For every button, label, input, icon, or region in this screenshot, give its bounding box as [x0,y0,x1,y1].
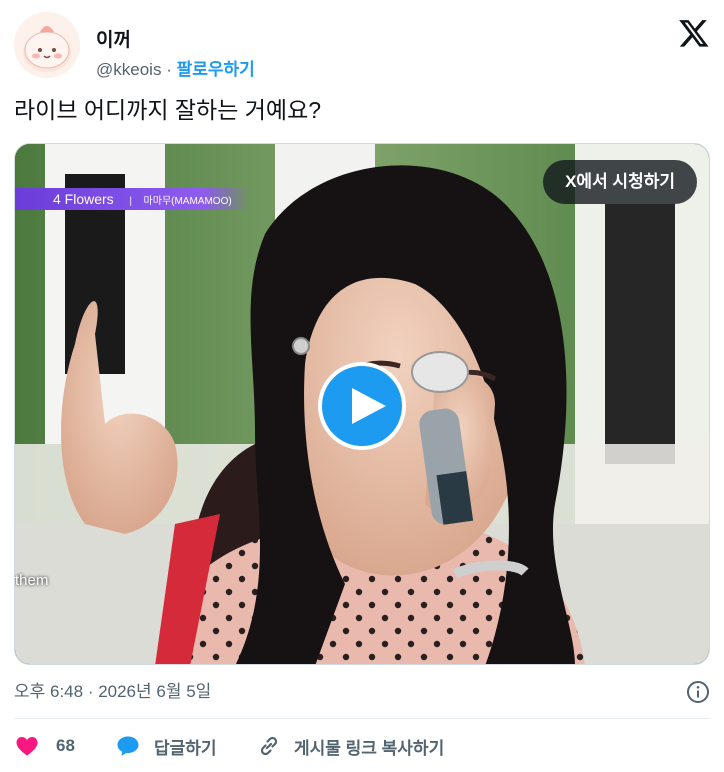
copy-link-button[interactable]: 게시물 링크 복사하기 [256,732,444,760]
like-button[interactable]: 68 [14,732,75,760]
reply-label: 답글하기 [154,738,217,758]
tweet-timestamp[interactable]: 오후 6:48 · 2026년 6월 5일 [14,681,211,703]
avatar[interactable] [14,12,80,78]
watch-on-x-button[interactable]: X에서 시청하기 [543,160,697,204]
copy-link-label: 게시물 링크 복사하기 [294,738,445,758]
reply-bubble-icon [117,736,139,756]
author-handle[interactable]: @kkeois [96,60,161,79]
like-count: 68 [56,736,75,755]
tweet-header: 이꺼 @kkeois · 팔로우하기 [14,10,710,79]
play-button[interactable] [318,362,406,450]
caption-bar: 4 Flowers | 마마무(MAMAMOO) [15,188,250,210]
video-player[interactable]: 4 Flowers | 마마무(MAMAMOO) them X에서 시청하기 [14,143,710,665]
follow-link[interactable]: 팔로우하기 [177,60,255,79]
handle-separator: · [166,60,172,79]
caption-song: 4 Flowers [53,191,114,207]
caption-artist: 마마무(MAMAMOO) [143,196,232,207]
x-logo-icon[interactable] [678,17,710,49]
play-icon [352,388,386,424]
reply-button[interactable]: 답글하기 [114,732,217,760]
divider [14,718,710,719]
link-icon [260,736,278,756]
avatar-image [14,12,80,78]
info-icon[interactable] [686,680,710,704]
tweet-text: 라이브 어디까지 잘하는 거예요? [14,97,322,123]
heart-icon [16,737,38,756]
handle-row: @kkeois · 팔로우하기 [96,59,255,81]
action-bar: 68 답글하기 게시물 링크 복사하기 [14,732,710,760]
author-name[interactable]: 이꺼 [96,30,131,52]
caption-separator: | [129,196,132,207]
video-subtitle: them [15,572,49,589]
